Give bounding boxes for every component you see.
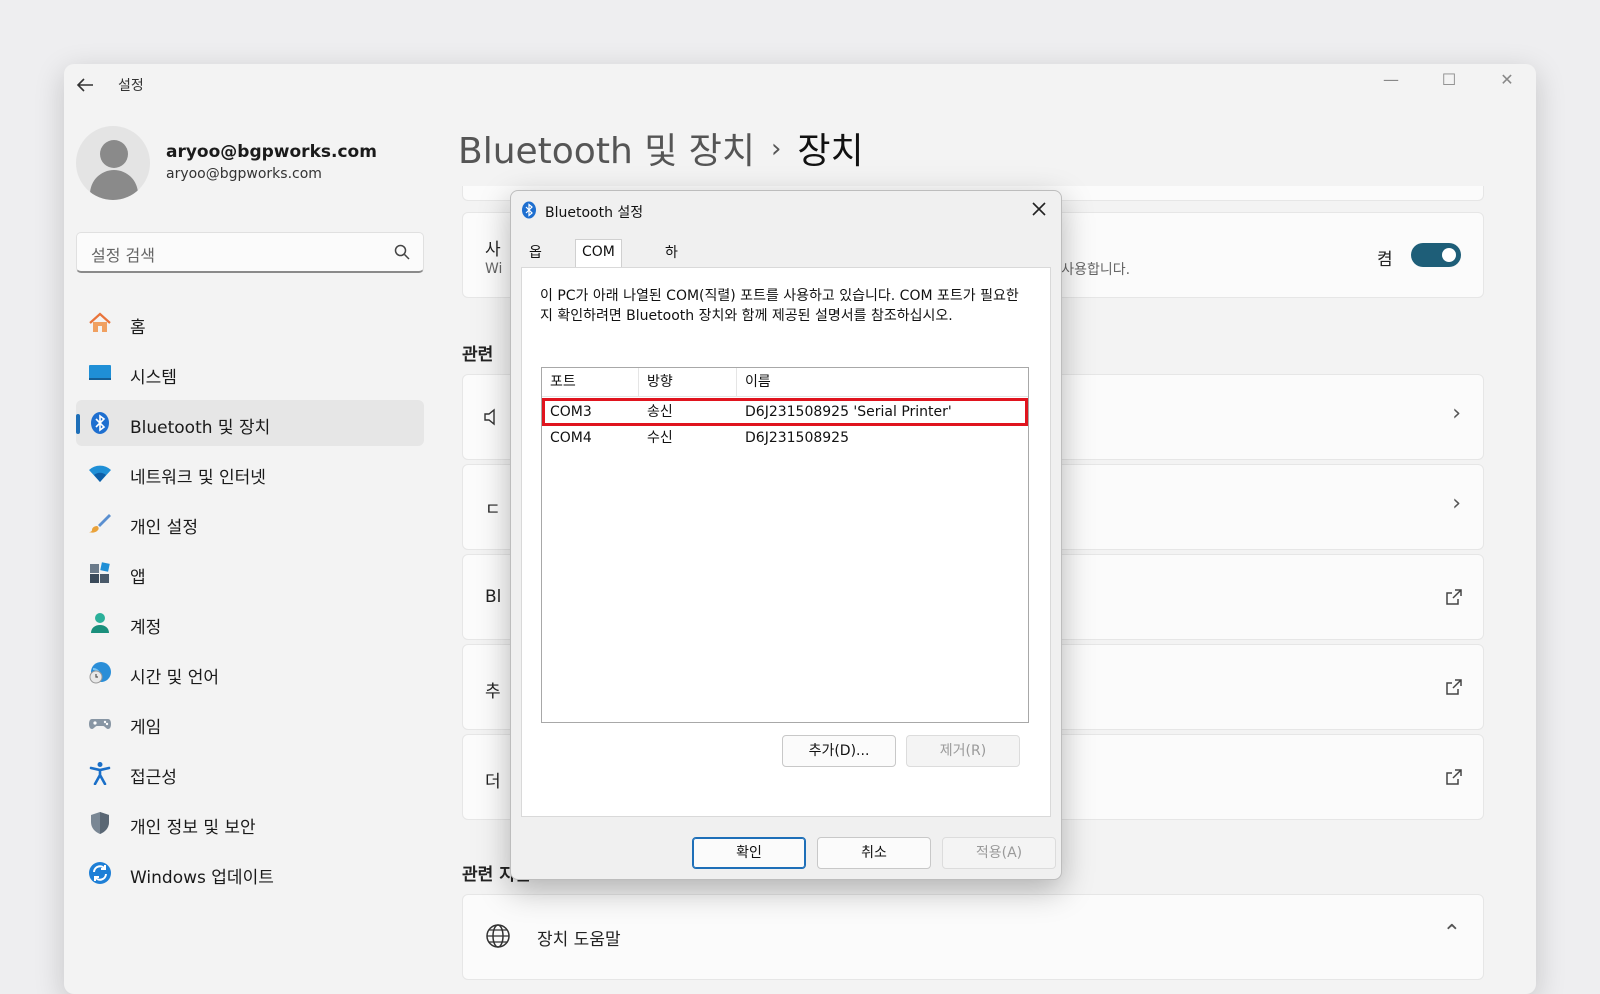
globe-icon [486,924,510,948]
toggle-switch[interactable] [1411,243,1461,267]
user-email: aryoo@bgpworks.com [166,142,377,162]
tab-options[interactable]: 옵션 [523,241,548,285]
sidebar-item-windows-update[interactable]: Windows 업데이트 [76,850,424,896]
globe-clock-icon [89,662,111,684]
wifi-icon [89,465,111,482]
toggle-state-label: 켬 [1377,250,1393,270]
sidebar-item-accounts[interactable]: 계정 [76,600,424,646]
bluetooth-settings-dialog: Bluetooth 설정 옵션 COM 포트 하드웨어 이 PC가 아래 나열된… [510,190,1062,880]
dialog-title-bar: Bluetooth 설정 [511,191,1061,229]
sidebar-item-bluetooth[interactable]: Bluetooth 및 장치 [76,400,424,446]
maximize-button[interactable]: ☐ [1420,64,1478,94]
com-ports-list[interactable]: 포트 방향 이름 COM3 송신 D6J231508925 'Serial Pr… [541,367,1029,723]
system-icon [89,365,111,380]
external-link-icon [1446,769,1462,785]
user-sub-email: aryoo@bgpworks.com [166,166,322,182]
apps-icon [90,562,110,583]
related-card-5-label: 더 [485,772,501,792]
dialog-title: Bluetooth 설정 [545,205,644,221]
speaker-icon [484,408,495,426]
table-row[interactable]: COM4 수신 D6J231508925 [542,425,1028,451]
chevron-right-icon: › [1452,401,1461,426]
remove-port-button[interactable]: 제거(R) [906,735,1020,767]
row-direction: 수신 [647,430,673,446]
sidebar-item-network[interactable]: 네트워크 및 인터넷 [76,450,424,496]
com-ports-panel: 이 PC가 아래 나열된 COM(직렬) 포트를 사용하고 있습니다. COM … [521,267,1051,817]
row-port: COM3 [550,404,592,420]
column-port[interactable]: 포트 [542,368,639,396]
row-name: D6J231508925 [745,430,849,446]
list-header: 포트 방향 이름 [542,368,1028,397]
minimize-button[interactable]: — [1362,64,1420,94]
window-title: 설정 [118,78,144,94]
column-direction[interactable]: 방향 [639,368,737,396]
close-icon[interactable] [1029,199,1049,219]
search-placeholder: 설정 검색 [91,246,155,265]
sidebar-item-apps[interactable]: 앱 [76,550,424,596]
page-title: 장치 [797,131,864,172]
ok-button[interactable]: 확인 [692,837,806,869]
title-bar: 설정 — ☐ ✕ [64,64,1536,104]
row-port: COM4 [550,430,592,446]
tab-hardware[interactable]: 하드웨어 [659,241,684,333]
table-row[interactable]: COM3 송신 D6J231508925 'Serial Printer' [542,398,1028,426]
gamepad-icon [89,719,111,729]
related-card-4-label: 추 [485,682,501,702]
tab-com-ports[interactable]: COM 포트 [575,239,622,284]
add-port-button[interactable]: 추가(D)... [782,735,896,767]
bluetooth-icon [91,412,109,434]
related-settings-title: 관련 [462,345,494,365]
update-icon [89,862,111,884]
related-card-3-label: Bl [485,587,502,607]
sidebar-item-system[interactable]: 시스템 [76,350,424,396]
support-item-label: 장치 도움말 [537,930,621,950]
shield-icon [91,812,109,834]
sidebar-nav: 홈 시스템 Bluetooth 및 장치 네트워크 및 인터넷 개인 설정 앱 … [76,300,424,900]
row-direction: 송신 [647,404,673,420]
external-link-icon [1446,679,1462,695]
com-ports-description: 이 PC가 아래 나열된 COM(직렬) 포트를 사용하고 있습니다. COM … [540,288,1019,324]
chevron-up-icon[interactable]: ⌃ [1443,921,1461,946]
toggle-card-title: 사 [485,240,501,260]
avatar[interactable] [76,126,150,200]
back-arrow-icon[interactable] [74,74,96,96]
sidebar-item-time-language[interactable]: 시간 및 언어 [76,650,424,696]
sidebar-item-privacy[interactable]: 개인 정보 및 보안 [76,800,424,846]
home-icon [89,312,111,332]
support-card[interactable]: 장치 도움말 ⌃ [462,894,1484,980]
external-link-icon [1446,589,1462,605]
chevron-right-icon: › [1452,491,1461,516]
bluetooth-icon [522,201,536,219]
breadcrumb: Bluetooth 및 장치 › 장치 [458,122,864,174]
sidebar-item-home[interactable]: 홈 [76,300,424,346]
toggle-card-subtitle: Wi [485,261,503,277]
related-card-2-label: ㄷ [485,500,501,520]
sidebar-item-gaming[interactable]: 게임 [76,700,424,746]
sidebar-item-accessibility[interactable]: 접근성 [76,750,424,796]
accessibility-icon [89,762,111,785]
sidebar-item-personalization[interactable]: 개인 설정 [76,500,424,546]
breadcrumb-parent[interactable]: Bluetooth 및 장치 [458,131,755,172]
account-icon [91,613,109,633]
breadcrumb-separator: › [771,134,782,164]
row-name: D6J231508925 'Serial Printer' [745,404,952,420]
cancel-button[interactable]: 취소 [817,837,931,869]
close-button[interactable]: ✕ [1478,64,1536,94]
search-icon[interactable] [393,243,411,261]
search-input[interactable]: 설정 검색 [76,232,424,273]
apply-button[interactable]: 적용(A) [942,837,1056,869]
brush-icon [89,514,111,533]
column-name[interactable]: 이름 [737,368,1027,396]
